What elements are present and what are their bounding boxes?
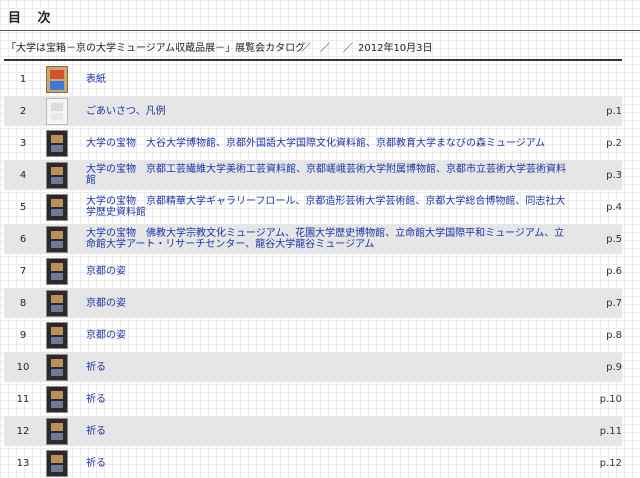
thumbnail-image[interactable] [46, 226, 68, 253]
row-number: 2 [19, 106, 27, 117]
toc-link[interactable]: 祈る [86, 458, 566, 469]
page-number: p.3 [606, 170, 622, 181]
toc-row[interactable]: 6 大学の宝物 佛教大学宗教文化ミュージアム、花園大学歴史博物館、立命館大学国際… [4, 224, 622, 254]
thumbnail-image[interactable] [46, 194, 68, 221]
page-number: p.8 [606, 330, 622, 341]
page-number: p.11 [599, 426, 622, 437]
catalog-title: 「大学は宝箱－京の大学ミュージアム収蔵品展－」展覧会カタログ [6, 43, 306, 54]
toc-link[interactable]: 京都の姿 [86, 330, 566, 341]
page-number: p.1 [606, 106, 622, 117]
page-number: p.12 [599, 458, 622, 469]
thumbnail-image[interactable] [46, 386, 68, 413]
page-number: p.6 [606, 266, 622, 277]
toc-link[interactable]: 祈る [86, 362, 566, 373]
toc-row[interactable]: 9 京都の姿 p.8 [4, 320, 622, 350]
toc-link[interactable]: 大学の宝物 佛教大学宗教文化ミュージアム、花園大学歴史博物館、立命館大学国際平和… [86, 228, 566, 250]
row-number: 9 [19, 330, 27, 341]
row-number: 10 [16, 362, 30, 373]
thumbnail-image[interactable] [46, 450, 68, 477]
toc-row[interactable]: 11 祈る p.10 [4, 384, 622, 414]
toc-row[interactable]: 10 祈る p.9 [4, 352, 622, 382]
thumbnail-image[interactable] [46, 66, 68, 93]
toc-row[interactable]: 5 大学の宝物 京都精華大学ギャラリーフロール、京都造形芸術大学芸術館、京都大学… [4, 192, 622, 222]
thumbnail-image[interactable] [46, 290, 68, 317]
catalog-info: 「大学は宝箱－京の大学ミュージアム収蔵品展－」展覧会カタログ ／ ／ ／ 201… [0, 30, 640, 59]
row-number: 12 [16, 426, 30, 437]
toc-link[interactable]: 京都の姿 [86, 298, 566, 309]
thumbnail-image[interactable] [46, 258, 68, 285]
catalog-date: 2012年10月3日 [358, 43, 433, 54]
row-number: 6 [19, 234, 27, 245]
thumbnail-image[interactable] [46, 354, 68, 381]
page-title: 目 次 [8, 11, 57, 26]
toc-link[interactable]: ごあいさつ、凡例 [86, 106, 566, 117]
toc-link[interactable]: 表紙 [86, 74, 566, 85]
toc-link[interactable]: 京都の姿 [86, 266, 566, 277]
separator: ／ [320, 43, 330, 54]
thumbnail-image[interactable] [46, 162, 68, 189]
page-number: p.2 [606, 138, 622, 149]
thumbnail-image[interactable] [46, 322, 68, 349]
toc-row[interactable]: 4 大学の宝物 京都工芸繊維大学美術工芸資料館、京都嵯峨芸術大学附属博物館、京都… [4, 160, 622, 190]
page-number: p.9 [606, 362, 622, 373]
toc-row[interactable]: 12 祈る p.11 [4, 416, 622, 446]
toc-row[interactable]: 3 大学の宝物 大谷大学博物館、京都外国語大学国際文化資料館、京都教育大学まなび… [4, 128, 622, 158]
title-bar: 目 次 [0, 0, 640, 31]
row-number: 7 [19, 266, 27, 277]
row-number: 8 [19, 298, 27, 309]
row-number: 13 [16, 458, 30, 469]
toc-row[interactable]: 1 表紙 [4, 64, 622, 94]
thumbnail-image[interactable] [46, 98, 68, 125]
page-number: p.4 [606, 202, 622, 213]
toc-link[interactable]: 大学の宝物 京都工芸繊維大学美術工芸資料館、京都嵯峨芸術大学附属博物館、京都市立… [86, 164, 566, 186]
separator: ／ [301, 43, 311, 54]
page-number: p.10 [599, 394, 622, 405]
toc-row[interactable]: 8 京都の姿 p.7 [4, 288, 622, 318]
row-number: 5 [19, 202, 27, 213]
row-number: 4 [19, 170, 27, 181]
row-number: 11 [16, 394, 30, 405]
row-number: 3 [19, 138, 27, 149]
separator: ／ [343, 43, 353, 54]
page-number: p.5 [606, 234, 622, 245]
toc-row[interactable]: 7 京都の姿 p.6 [4, 256, 622, 286]
toc-page: 目 次 「大学は宝箱－京の大学ミュージアム収蔵品展－」展覧会カタログ ／ ／ ／… [0, 0, 640, 478]
thumbnail-image[interactable] [46, 130, 68, 157]
divider [4, 59, 622, 61]
toc-link[interactable]: 祈る [86, 394, 566, 405]
thumbnail-image[interactable] [46, 418, 68, 445]
toc-link[interactable]: 大学の宝物 京都精華大学ギャラリーフロール、京都造形芸術大学芸術館、京都大学総合… [86, 196, 566, 218]
toc-link[interactable]: 大学の宝物 大谷大学博物館、京都外国語大学国際文化資料館、京都教育大学まなびの森… [86, 138, 566, 149]
toc-link[interactable]: 祈る [86, 426, 566, 437]
page-number: p.7 [606, 298, 622, 309]
toc-row[interactable]: 2 ごあいさつ、凡例 p.1 [4, 96, 622, 126]
toc-row[interactable]: 13 祈る p.12 [4, 448, 622, 478]
row-number: 1 [19, 74, 27, 85]
